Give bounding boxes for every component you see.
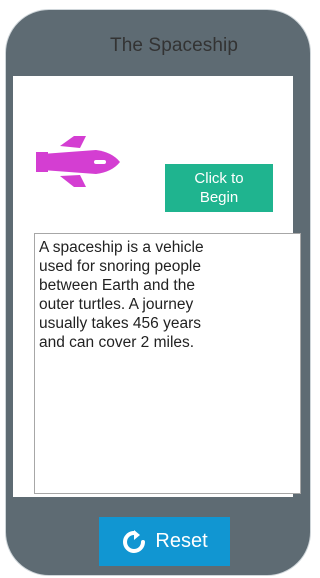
page-title: The Spaceship: [110, 35, 239, 56]
reset-label: Reset: [155, 530, 208, 552]
reset-button[interactable]: Reset: [99, 517, 230, 566]
refresh-icon: [123, 529, 146, 553]
story-textarea[interactable]: A spaceship is a vehicle used for snorin…: [34, 233, 301, 494]
begin-button[interactable]: Click to Begin: [165, 164, 273, 212]
spaceship-icon: [36, 136, 120, 187]
